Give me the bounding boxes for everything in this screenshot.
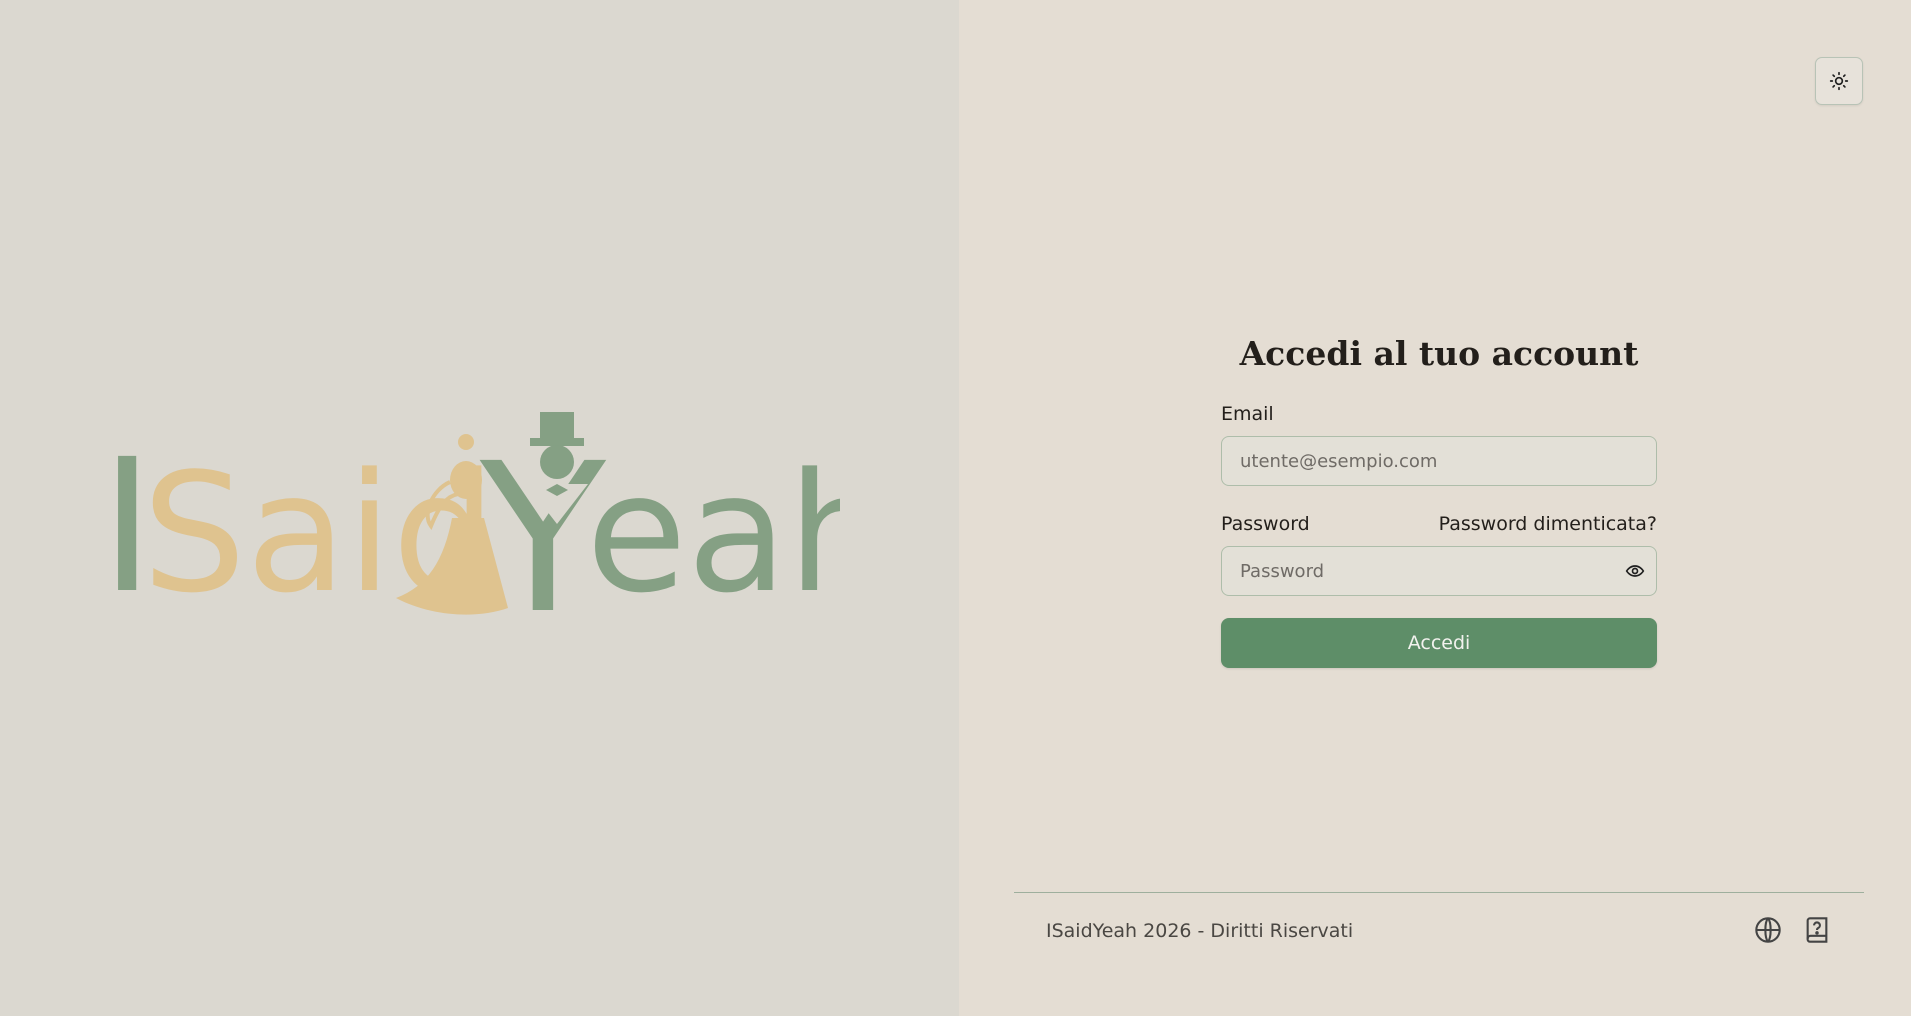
isaidyeah-logo: I Said Y eah — [100, 412, 840, 640]
theme-toggle-button[interactable] — [1815, 57, 1863, 105]
logo-word-eah: eah — [586, 438, 840, 629]
password-field[interactable] — [1221, 546, 1657, 596]
language-button[interactable] — [1752, 914, 1784, 946]
email-field-wrapper — [1221, 436, 1657, 486]
help-book-icon — [1806, 917, 1828, 943]
password-label-row: Password Password dimenticata? — [1221, 510, 1657, 538]
password-field-wrapper — [1221, 546, 1657, 596]
email-label: Email — [1221, 403, 1274, 425]
forgot-password-link[interactable]: Password dimenticata? — [1439, 513, 1657, 535]
footer-copyright: ISaidYeah 2026 - Diritti Riservati — [1046, 920, 1354, 942]
page-title: Accedi al tuo account — [1239, 334, 1639, 373]
help-button[interactable] — [1801, 914, 1833, 946]
eye-icon — [1625, 565, 1645, 577]
login-button[interactable]: Accedi — [1221, 618, 1657, 668]
password-label: Password — [1221, 513, 1310, 535]
globe-icon — [1755, 917, 1781, 943]
sun-icon — [1829, 71, 1849, 91]
login-panel: Accedi al tuo account Email Password Pas… — [959, 0, 1911, 1016]
email-field[interactable] — [1221, 436, 1657, 486]
show-password-button[interactable] — [1623, 559, 1647, 583]
login-form: Accedi al tuo account Email Password Pas… — [1221, 328, 1657, 668]
brand-panel: I Said Y eah — [0, 0, 959, 1016]
footer: ISaidYeah 2026 - Diritti Riservati — [1014, 892, 1864, 973]
